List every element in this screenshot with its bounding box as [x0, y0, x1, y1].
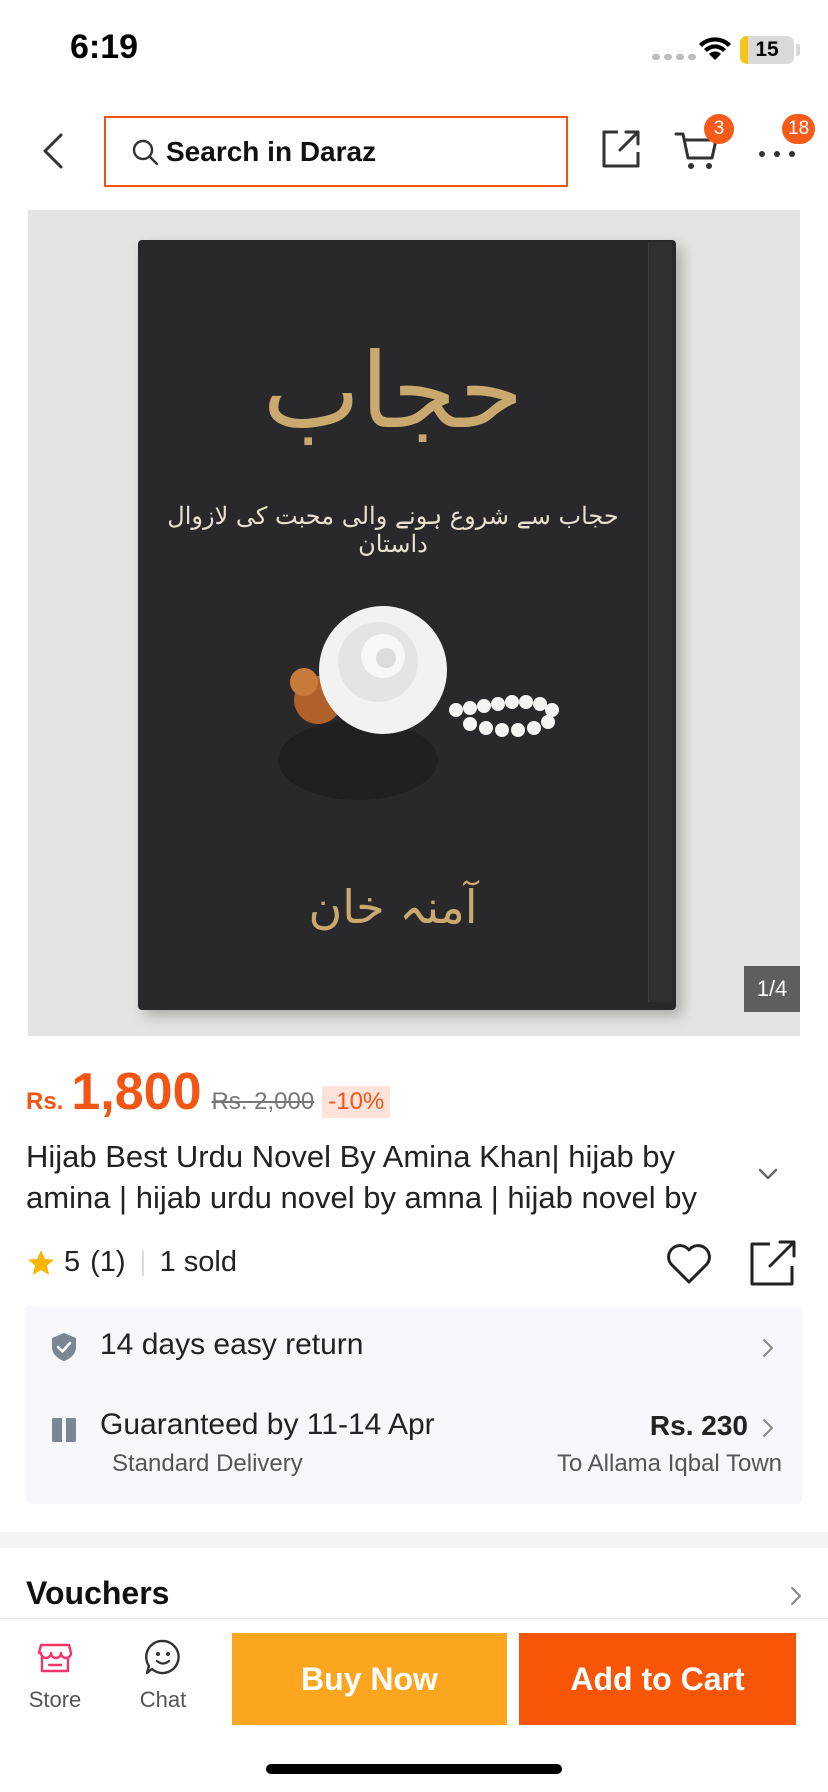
image-counter: 1/4	[744, 966, 800, 1012]
battery-text: 15	[755, 38, 779, 61]
share-icon	[602, 130, 640, 168]
signal-icon	[652, 54, 696, 60]
price-row: Rs. 1,800 Rs. 2,000 -10%	[26, 1062, 391, 1122]
more-badge: 18	[782, 114, 816, 144]
book-spine	[648, 242, 672, 1002]
more-button[interactable]: 18	[752, 114, 816, 174]
discount-badge: -10%	[322, 1086, 391, 1118]
delivery-price: Rs. 230	[649, 1410, 748, 1441]
cart-badge: 3	[704, 114, 734, 144]
rose-and-pearls-illustration	[278, 606, 559, 800]
price-value: 1,800	[71, 1063, 202, 1121]
search-input[interactable]	[166, 135, 546, 168]
product-image-gallery[interactable]: حجاب حجاب سے شروع ہونے والی محبت کی لازو…	[28, 210, 800, 1036]
section-divider	[0, 1532, 828, 1548]
rating-count: (1)	[90, 1246, 126, 1278]
return-policy-row[interactable]: 14 days easy return	[26, 1306, 802, 1390]
book-cover-image: حجاب حجاب سے شروع ہونے والی محبت کی لازو…	[138, 240, 676, 1010]
chevron-right-icon[interactable]	[788, 1584, 804, 1608]
share-header-button[interactable]	[596, 124, 646, 174]
chevron-down-icon[interactable]	[754, 1160, 782, 1188]
vouchers-title[interactable]: Vouchers	[26, 1575, 169, 1612]
store-icon	[37, 1643, 73, 1673]
delivery-row[interactable]: Guaranteed by 11-14 Apr Standard Deliver…	[26, 1390, 802, 1504]
book-cover-title: حجاب	[262, 330, 524, 452]
service-info-box: 14 days easy return Guaranteed by 11-14 …	[26, 1306, 802, 1504]
add-to-cart-button[interactable]: Add to Cart	[519, 1633, 796, 1725]
chat-icon	[145, 1639, 180, 1675]
search-bar[interactable]	[104, 116, 568, 187]
star-icon	[28, 1249, 54, 1275]
chat-label: Chat	[139, 1687, 187, 1712]
delivery-type: Standard Delivery	[112, 1450, 303, 1477]
status-time: 6:19	[70, 28, 139, 66]
battery-tip	[796, 44, 800, 56]
book-cover-author: آمنہ خان	[308, 880, 478, 934]
chat-button[interactable]: Chat	[118, 1637, 208, 1713]
delivery-box-icon	[52, 1418, 76, 1442]
search-icon	[132, 139, 159, 165]
wifi-icon	[699, 37, 731, 60]
share-icon[interactable]	[748, 1238, 798, 1288]
store-label: Store	[28, 1687, 82, 1712]
chevron-left-icon	[43, 133, 63, 169]
book-cover-subtitle: حجاب سے شروع ہونے والی محبت کی لازوال دا…	[167, 502, 619, 558]
rating-score: 5	[64, 1246, 81, 1278]
delivery-destination: To Allama Iqbal Town	[556, 1450, 782, 1477]
price-currency: Rs.	[26, 1088, 64, 1115]
chevron-right-icon	[763, 1419, 773, 1437]
back-button[interactable]	[28, 126, 78, 176]
shield-check-icon	[52, 1333, 76, 1361]
sold-count: 1 sold	[159, 1246, 237, 1278]
cart-button[interactable]: 3	[672, 114, 734, 174]
store-button[interactable]: Store	[10, 1637, 100, 1713]
rating-divider	[141, 1249, 144, 1276]
home-indicator[interactable]	[266, 1764, 562, 1774]
battery-icon: 15	[740, 36, 794, 64]
delivery-guarantee: Guaranteed by 11-14 Apr	[100, 1408, 435, 1441]
product-title[interactable]: Hijab Best Urdu Novel By Amina Khan| hij…	[26, 1136, 736, 1218]
status-bar: 6:19 15	[0, 0, 828, 100]
original-price: Rs. 2,000	[211, 1088, 315, 1115]
header: 3 18	[0, 100, 828, 210]
heart-icon[interactable]	[664, 1238, 714, 1288]
return-text: 14 days easy return	[100, 1328, 364, 1361]
chevron-right-icon	[763, 1339, 773, 1357]
buy-now-button[interactable]: Buy Now	[232, 1633, 507, 1725]
rating-row[interactable]: 5 (1) 1 sold	[26, 1246, 237, 1279]
